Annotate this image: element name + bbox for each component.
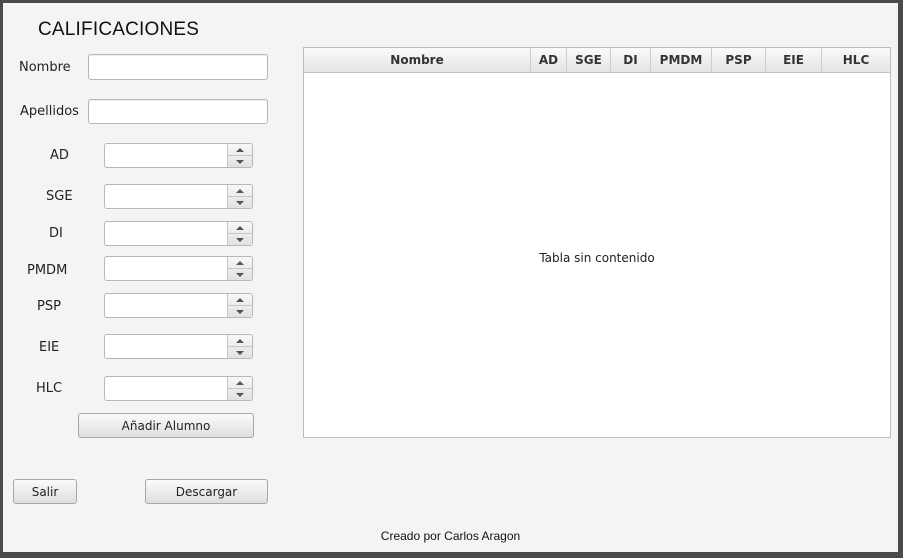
column-header-psp[interactable]: PSP: [712, 48, 766, 72]
arrow-down-icon: [236, 309, 244, 314]
column-header-eie[interactable]: EIE: [766, 48, 822, 72]
eie-label: EIE: [39, 340, 60, 355]
hlc-input[interactable]: [105, 377, 228, 400]
psp-decrement-button[interactable]: [228, 306, 252, 317]
sge-decrement-button[interactable]: [228, 197, 252, 208]
column-header-di[interactable]: DI: [611, 48, 651, 72]
psp-increment-button[interactable]: [228, 294, 252, 306]
app-window: CALIFICACIONES Nombre Apellidos AD SGE D…: [3, 3, 898, 552]
eie-input[interactable]: [105, 335, 228, 358]
nombre-label: Nombre: [19, 60, 71, 75]
hlc-spinner[interactable]: [104, 376, 253, 401]
pmdm-increment-button[interactable]: [228, 257, 252, 269]
apellidos-label: Apellidos: [20, 104, 79, 119]
pmdm-input[interactable]: [105, 257, 228, 280]
arrow-up-icon: [236, 380, 244, 385]
eie-decrement-button[interactable]: [228, 347, 252, 358]
di-input[interactable]: [105, 222, 228, 245]
arrow-up-icon: [236, 225, 244, 230]
di-label: DI: [49, 226, 63, 241]
table-empty-placeholder: Tabla sin contenido: [539, 251, 655, 265]
pmdm-label: PMDM: [27, 263, 68, 278]
column-header-nombre[interactable]: Nombre: [304, 48, 531, 72]
di-decrement-button[interactable]: [228, 234, 252, 245]
arrow-up-icon: [236, 297, 244, 302]
footer-credit: Creado por Carlos Aragon: [380, 529, 521, 543]
hlc-decrement-button[interactable]: [228, 389, 252, 400]
psp-input[interactable]: [105, 294, 228, 317]
psp-label: PSP: [37, 299, 61, 314]
ad-increment-button[interactable]: [228, 144, 252, 156]
download-button[interactable]: Descargar: [145, 479, 268, 504]
arrow-up-icon: [236, 338, 244, 343]
arrow-up-icon: [236, 147, 244, 152]
ad-label: AD: [50, 148, 69, 163]
column-header-ad[interactable]: AD: [531, 48, 567, 72]
table-header: Nombre AD SGE DI PMDM PSP EIE HLC: [304, 48, 890, 73]
nombre-field[interactable]: [88, 54, 268, 80]
pmdm-decrement-button[interactable]: [228, 269, 252, 280]
sge-increment-button[interactable]: [228, 185, 252, 197]
arrow-up-icon: [236, 260, 244, 265]
arrow-up-icon: [236, 188, 244, 193]
page-title: CALIFICACIONES: [38, 19, 200, 40]
column-header-hlc[interactable]: HLC: [822, 48, 890, 72]
apellidos-field[interactable]: [88, 99, 268, 124]
di-increment-button[interactable]: [228, 222, 252, 234]
arrow-down-icon: [236, 272, 244, 277]
ad-decrement-button[interactable]: [228, 156, 252, 167]
psp-spinner[interactable]: [104, 293, 253, 318]
arrow-down-icon: [236, 159, 244, 164]
ad-input[interactable]: [105, 144, 228, 167]
arrow-down-icon: [236, 392, 244, 397]
hlc-increment-button[interactable]: [228, 377, 252, 389]
column-header-pmdm[interactable]: PMDM: [651, 48, 712, 72]
add-student-button[interactable]: Añadir Alumno: [78, 413, 254, 438]
arrow-down-icon: [236, 200, 244, 205]
hlc-label: HLC: [36, 381, 63, 396]
column-header-sge[interactable]: SGE: [567, 48, 611, 72]
eie-increment-button[interactable]: [228, 335, 252, 347]
eie-spinner[interactable]: [104, 334, 253, 359]
pmdm-spinner[interactable]: [104, 256, 253, 281]
arrow-down-icon: [236, 350, 244, 355]
sge-input[interactable]: [105, 185, 228, 208]
students-table[interactable]: Nombre AD SGE DI PMDM PSP EIE HLC Tabla …: [303, 47, 891, 438]
arrow-down-icon: [236, 237, 244, 242]
sge-spinner[interactable]: [104, 184, 253, 209]
di-spinner[interactable]: [104, 221, 253, 246]
exit-button[interactable]: Salir: [13, 479, 77, 504]
ad-spinner[interactable]: [104, 143, 253, 168]
sge-label: SGE: [46, 189, 73, 204]
